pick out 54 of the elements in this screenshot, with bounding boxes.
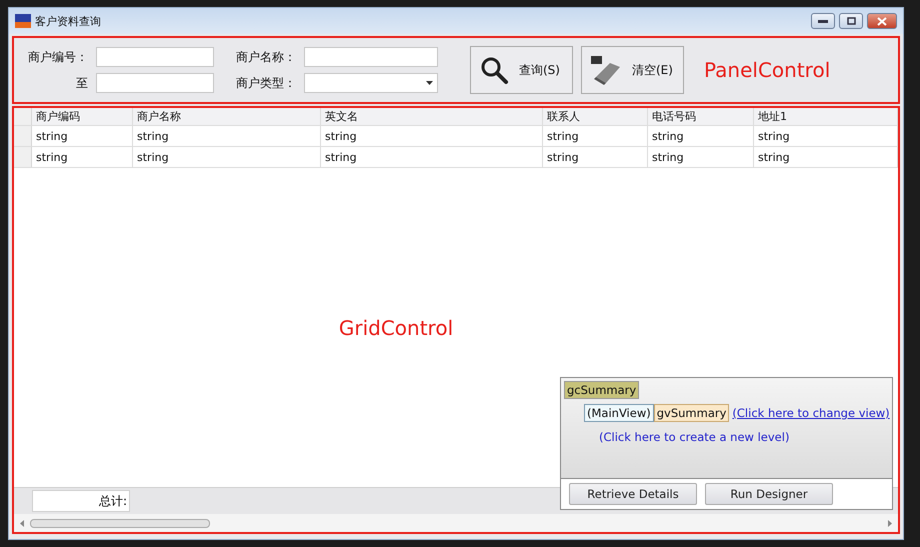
annotation-label: GridControl	[338, 316, 454, 340]
view-name-tag: gvSummary	[654, 404, 730, 422]
minimize-icon	[818, 20, 828, 22]
scroll-right-icon	[888, 520, 892, 526]
eraser-icon	[590, 55, 622, 85]
close-button[interactable]	[867, 13, 897, 29]
total-field: 总计:	[32, 490, 130, 512]
row-indicator[interactable]	[14, 126, 32, 146]
field-label: 商户名称：	[236, 48, 296, 66]
column-header[interactable]: 商户编码	[32, 108, 133, 125]
view-type-tag: (MainView)	[584, 404, 654, 422]
maximize-button[interactable]	[839, 13, 863, 29]
column-header[interactable]: 电话号码	[648, 108, 754, 125]
close-icon	[877, 16, 887, 26]
maximize-icon	[846, 17, 856, 25]
field-label: 商户编号：	[28, 48, 88, 66]
table-cell: string	[648, 147, 754, 167]
window-title: 客户资料查询	[35, 14, 102, 28]
annotation-label: PanelControl	[704, 58, 830, 82]
caret-icon	[426, 81, 433, 85]
row-indicator[interactable]	[14, 147, 32, 167]
input-field[interactable]	[96, 47, 214, 67]
clear-button[interactable]: 清空(E)	[581, 46, 684, 94]
grid-name-tag: gcSummary	[564, 381, 640, 399]
dropdown-field[interactable]	[304, 73, 438, 93]
scrollbar-thumb[interactable]	[30, 518, 210, 528]
table-cell: string	[754, 126, 898, 146]
app-logo-icon	[15, 14, 31, 28]
column-header[interactable]: 英文名	[321, 108, 543, 125]
table-cell: string	[133, 147, 321, 167]
column-header[interactable]: 地址1	[754, 108, 898, 125]
search-button[interactable]: 查询(S)	[470, 46, 573, 94]
table-cell: string	[321, 147, 543, 167]
table-cell: string	[32, 126, 133, 146]
scroll-left-icon	[20, 520, 24, 526]
field-label: 至	[75, 74, 88, 92]
minimize-button[interactable]	[811, 13, 835, 29]
new-level-link[interactable]: (Click here to create a new level)	[599, 430, 790, 444]
table-cell: string	[648, 126, 754, 146]
column-header[interactable]: 商户名称	[133, 108, 321, 125]
input-field[interactable]	[304, 47, 438, 67]
field-label: 商户类型：	[236, 74, 296, 92]
table-cell: string	[543, 147, 648, 167]
table-cell: string	[133, 126, 321, 146]
designer-button[interactable]: Retrieve Details	[569, 483, 697, 505]
search-icon	[479, 55, 509, 85]
designer-button[interactable]: Run Designer	[705, 483, 833, 505]
column-header[interactable]: 联系人	[543, 108, 648, 125]
table-cell: string	[32, 147, 133, 167]
change-view-link[interactable]: (Click here to change view)	[732, 406, 890, 420]
table-cell: string	[754, 147, 898, 167]
table-cell: string	[321, 126, 543, 146]
input-field[interactable]	[96, 73, 214, 93]
table-cell: string	[543, 126, 648, 146]
